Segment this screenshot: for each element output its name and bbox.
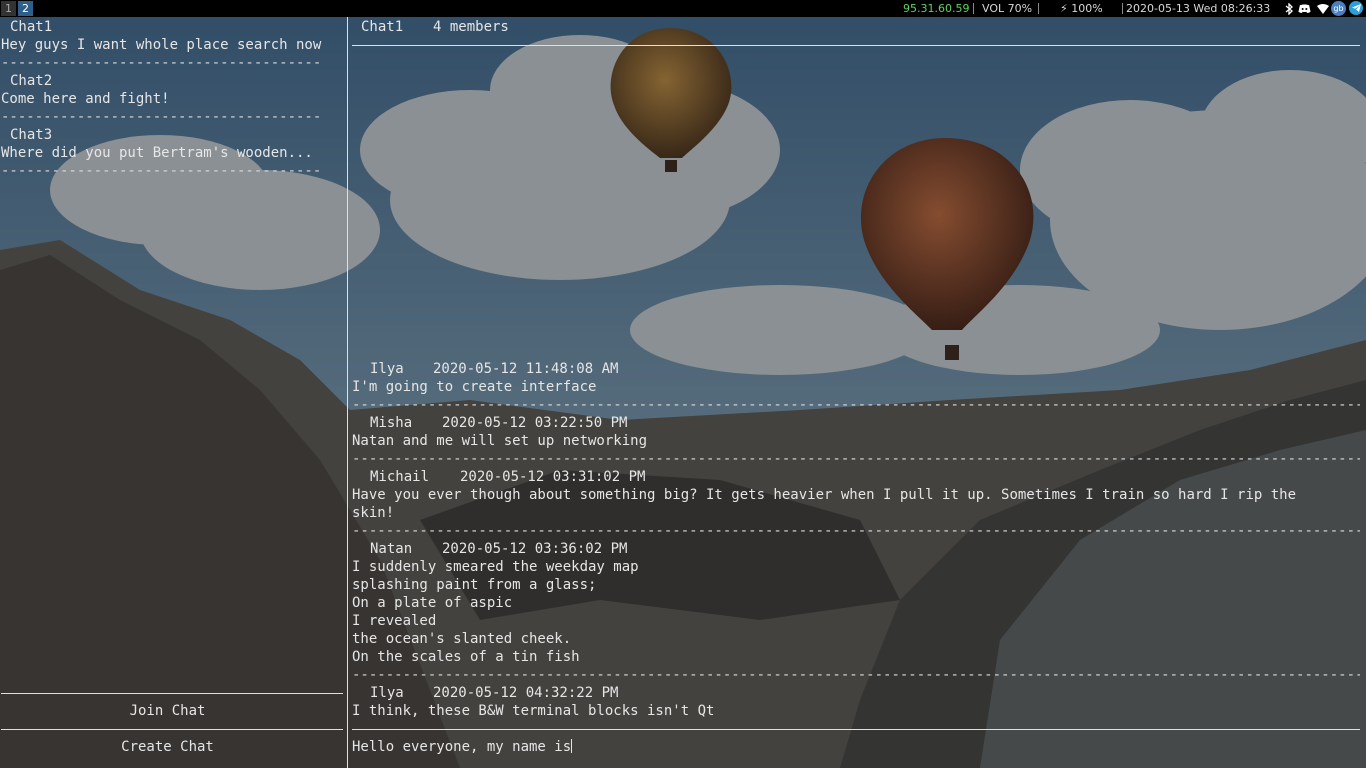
clock: 2020-05-13 Wed 08:26:33	[1126, 2, 1271, 15]
chat-list-item-chat3-preview[interactable]: Where did you put Bertram's wooden...	[1, 144, 313, 162]
telegram-icon[interactable]	[1349, 1, 1363, 15]
message-timestamp: 2020-05-12 04:32:22 PM	[433, 685, 619, 701]
input-divider	[352, 729, 1360, 730]
chat-list-item-chat1-preview[interactable]: Hey guys I want whole place search now	[1, 36, 321, 54]
chat-list-item-chat3-name[interactable]: Chat3	[10, 126, 52, 144]
volume-indicator[interactable]: VOL 70%	[982, 0, 1032, 17]
message-author: Ilya	[370, 361, 404, 377]
message-input-value: Hello everyone, my name is	[352, 739, 572, 755]
text-cursor	[571, 739, 573, 753]
chat-list-divider: --------------------------------------	[1, 109, 322, 125]
message-timestamp: 2020-05-12 03:22:50 PM	[442, 415, 628, 431]
status-bar: 1 2 95.31.60.59 VOL 70% ⚡ 100% 2020-05-1…	[0, 0, 1366, 17]
message-input[interactable]: Hello everyone, my name is	[352, 738, 1352, 756]
layout-indicator-icon[interactable]: gb	[1331, 1, 1346, 16]
message-text: I suddenly smeared the weekday map splas…	[352, 559, 639, 665]
status-separator	[1038, 3, 1039, 14]
sidebar-divider-line	[1, 693, 343, 694]
message-text: I'm going to create interface	[352, 379, 597, 395]
message-author: Ilya	[370, 685, 404, 701]
message-divider: ----------------------------------------…	[352, 523, 1360, 539]
bluetooth-icon[interactable]	[1283, 2, 1296, 15]
message-divider: ----------------------------------------…	[352, 397, 1360, 413]
message-author: Misha	[370, 415, 413, 431]
sidebar-divider-line	[1, 729, 343, 730]
chat-title: Chat1	[361, 19, 404, 35]
pane-divider	[347, 17, 348, 768]
workspace-2-button[interactable]: 2	[18, 1, 33, 16]
discord-icon[interactable]	[1298, 2, 1311, 15]
wifi-icon[interactable]	[1316, 2, 1329, 15]
status-separator	[1122, 3, 1123, 14]
message-text: Natan and me will set up networking	[352, 433, 648, 449]
message-timestamp: 2020-05-12 03:36:02 PM	[442, 541, 628, 557]
message-text: I think, these B&W terminal blocks isn't…	[352, 703, 715, 719]
battery-indicator: ⚡ 100%	[1060, 2, 1103, 15]
create-chat-button[interactable]: Create Chat	[1, 738, 334, 756]
chat-list-divider: --------------------------------------	[1, 55, 322, 71]
chat-list-divider: --------------------------------------	[1, 163, 322, 179]
message-divider: ----------------------------------------…	[352, 667, 1360, 683]
message-text: Have you ever though about something big…	[352, 487, 1305, 521]
message-author: Natan	[370, 541, 413, 557]
message-timestamp: 2020-05-12 03:31:02 PM	[460, 469, 646, 485]
chat-list-item-chat2-name[interactable]: Chat2	[10, 72, 52, 90]
chat-list-item-chat1-name[interactable]: Chat1	[10, 18, 52, 36]
message-divider: ----------------------------------------…	[352, 451, 1360, 467]
workspace-1-button[interactable]: 1	[1, 1, 16, 16]
status-separator	[973, 3, 974, 14]
chat-header-divider	[352, 45, 1360, 46]
message-author: Michail	[370, 469, 430, 485]
member-count: 4 members	[433, 19, 509, 35]
chat-list-item-chat2-preview[interactable]: Come here and fight!	[1, 90, 170, 108]
message-timestamp: 2020-05-12 11:48:08 AM	[433, 361, 619, 377]
ip-address: 95.31.60.59	[903, 2, 970, 15]
join-chat-button[interactable]: Join Chat	[1, 702, 334, 720]
